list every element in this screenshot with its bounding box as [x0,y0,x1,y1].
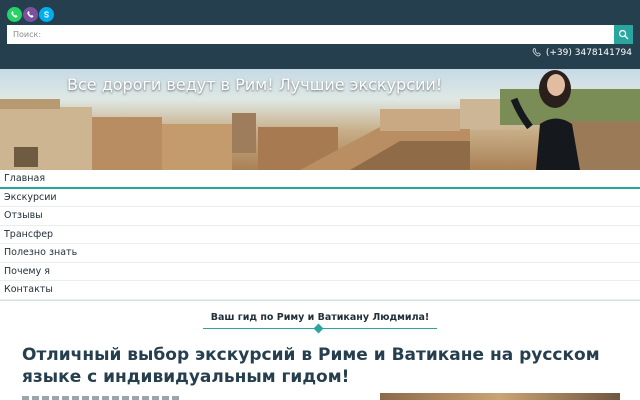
nav-item-contacts[interactable]: Контакты [0,281,640,300]
viber-icon[interactable] [23,7,38,22]
top-bar: (+39) 3478141794 [0,0,640,69]
search-button[interactable] [614,25,633,44]
intro-text-cutoff [22,396,182,400]
nav-item-why-me[interactable]: Почему я [0,263,640,281]
nav-item-transfer[interactable]: Трансфер [0,226,640,244]
guide-diamond [313,323,324,334]
nav-item-useful-info[interactable]: Полезно знать [0,244,640,263]
search-bar [7,25,633,44]
nav-divider [0,300,640,301]
guide-label: Ваш гид по Риму и Ватикану Людмила! [210,312,430,323]
search-input[interactable] [7,25,614,44]
whatsapp-icon[interactable] [7,7,22,22]
page-headline: Отличный выбор экскурсий в Риме и Ватика… [22,345,600,387]
banner-title: Все дороги ведут в Рим! Лучшие экскурсии… [67,75,443,94]
main-nav: Главная Экскурсии Отзывы Трансфер Полезн… [0,170,640,300]
phone-icon [532,48,541,57]
nav-item-excursions[interactable]: Экскурсии [0,189,640,207]
phone-number: (+39) 3478141794 [545,47,632,58]
search-icon [618,29,629,40]
messenger-links [7,7,54,22]
content-photo [380,393,620,400]
nav-item-home[interactable]: Главная [0,170,640,189]
nav-item-reviews[interactable]: Отзывы [0,207,640,226]
hero-banner: Все дороги ведут в Рим! Лучшие экскурсии… [0,69,640,170]
phone-contact[interactable]: (+39) 3478141794 [531,47,632,58]
skype-icon[interactable] [39,7,54,22]
